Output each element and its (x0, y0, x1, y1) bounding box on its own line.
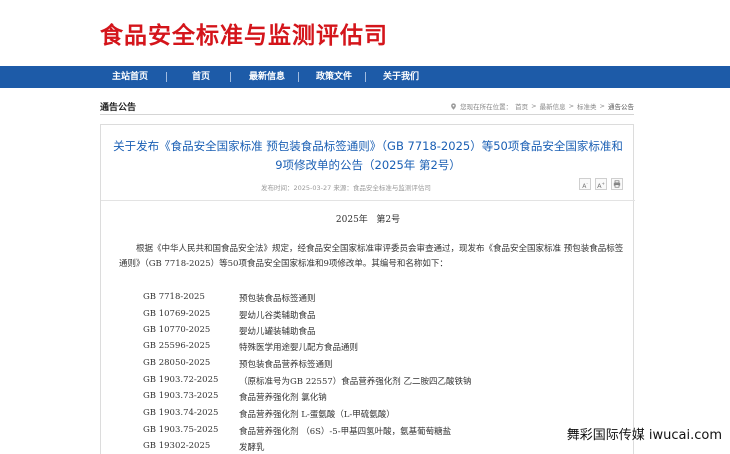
breadcrumb-separator: > (568, 102, 575, 110)
font-larger-button[interactable]: A+ (595, 178, 607, 190)
breadcrumb-item-home[interactable]: 首页 (515, 101, 528, 111)
nav-item-home[interactable]: 首页 (192, 66, 210, 88)
section-header: 通告公告 您现在所在位置： 首页 > 最新信息 > 标准类 > 通告公告 (0, 97, 730, 115)
standard-name: 食品营养强化剂 （6S）-5-甲基四氢叶酸，氨基葡萄糖盐 (239, 427, 452, 437)
standard-name: 预包装食品营养标签通则 (239, 360, 333, 370)
site-header: 食品安全标准与监测评估司 (0, 0, 730, 66)
nav-divider (298, 72, 299, 82)
section-title: 通告公告 (100, 103, 137, 113)
nav-item-main-site[interactable]: 主站首页 (112, 66, 148, 88)
meta-divider (101, 200, 635, 201)
standard-name: 食品营养强化剂 L-蛋氨酸（L-甲硫氨酸） (239, 410, 395, 420)
standard-name: 食品营养强化剂 氯化钠 (239, 393, 327, 403)
nav-item-latest[interactable]: 最新信息 (249, 66, 285, 88)
issue-number: 2025年 第2号 (335, 215, 401, 225)
standard-code: GB 1903.75-2025 (143, 425, 219, 435)
print-button[interactable] (611, 178, 623, 190)
breadcrumb-separator: > (599, 102, 605, 110)
intro-paragraph: 根据《中华人民共和国食品安全法》规定，经食品安全国家标准审评委员会审查通过，现发… (119, 244, 624, 269)
standard-code: GB 25596-2025 (143, 341, 211, 351)
nav-divider (365, 72, 366, 82)
nav-divider (166, 72, 167, 82)
standard-code: GB 1903.73-2025 (143, 391, 219, 401)
standard-name: 特殊医学用途婴儿配方食品通则 (239, 343, 359, 353)
standard-name: 发酵乳 (239, 443, 265, 453)
publish-info: 发布时间：2025-03-27 来源：食品安全标准与监测评估司 (261, 184, 431, 192)
breadcrumb-item-current[interactable]: 通告公告 (608, 101, 634, 111)
article-title: 关于发布《食品安全国家标准 预包装食品标签通则》（GB 7718-2025）等5… (113, 139, 623, 172)
standard-name: 婴幼儿罐装辅助食品 (239, 327, 316, 337)
section-divider (100, 114, 634, 115)
breadcrumb-item-standards[interactable]: 标准类 (577, 101, 597, 111)
breadcrumb-separator: > (531, 102, 537, 110)
standard-code: GB 1903.74-2025 (143, 408, 219, 418)
article-container: 关于发布《食品安全国家标准 预包装食品标签通则》（GB 7718-2025）等5… (100, 124, 635, 454)
standard-code: GB 1903.72-2025 (143, 375, 219, 385)
standard-code: GB 28050-2025 (143, 358, 211, 368)
font-smaller-button[interactable]: A- (579, 178, 591, 190)
breadcrumb: 您现在所在位置： 首页 > 最新信息 > 标准类 > 通告公告 (450, 101, 634, 111)
watermark: 舞彩国际传媒 iwucai.com (566, 428, 722, 443)
standard-code: GB 7718-2025 (143, 292, 205, 302)
standard-name: 预包装食品标签通则 (239, 294, 316, 304)
nav-item-about[interactable]: 关于我们 (383, 66, 419, 88)
standard-code: GB 10770-2025 (143, 325, 211, 335)
nav-divider (230, 72, 231, 82)
print-icon (613, 180, 621, 188)
standard-name: 婴幼儿谷类辅助食品 (239, 311, 316, 321)
breadcrumb-item-latest[interactable]: 最新信息 (540, 101, 566, 111)
location-pin-icon (451, 102, 457, 110)
standard-name: （原标准号为GB 22557）食品营养强化剂 乙二胺四乙酸铁钠 (239, 377, 472, 387)
site-title[interactable]: 食品安全标准与监测评估司 (100, 16, 388, 50)
breadcrumb-prefix: 您现在所在位置： (460, 103, 513, 111)
main-nav: 主站首页 首页 最新信息 政策文件 关于我们 (0, 66, 730, 88)
standard-code: GB 10769-2025 (143, 309, 211, 319)
nav-item-policy[interactable]: 政策文件 (316, 66, 352, 88)
standard-code: GB 19302-2025 (143, 441, 211, 451)
